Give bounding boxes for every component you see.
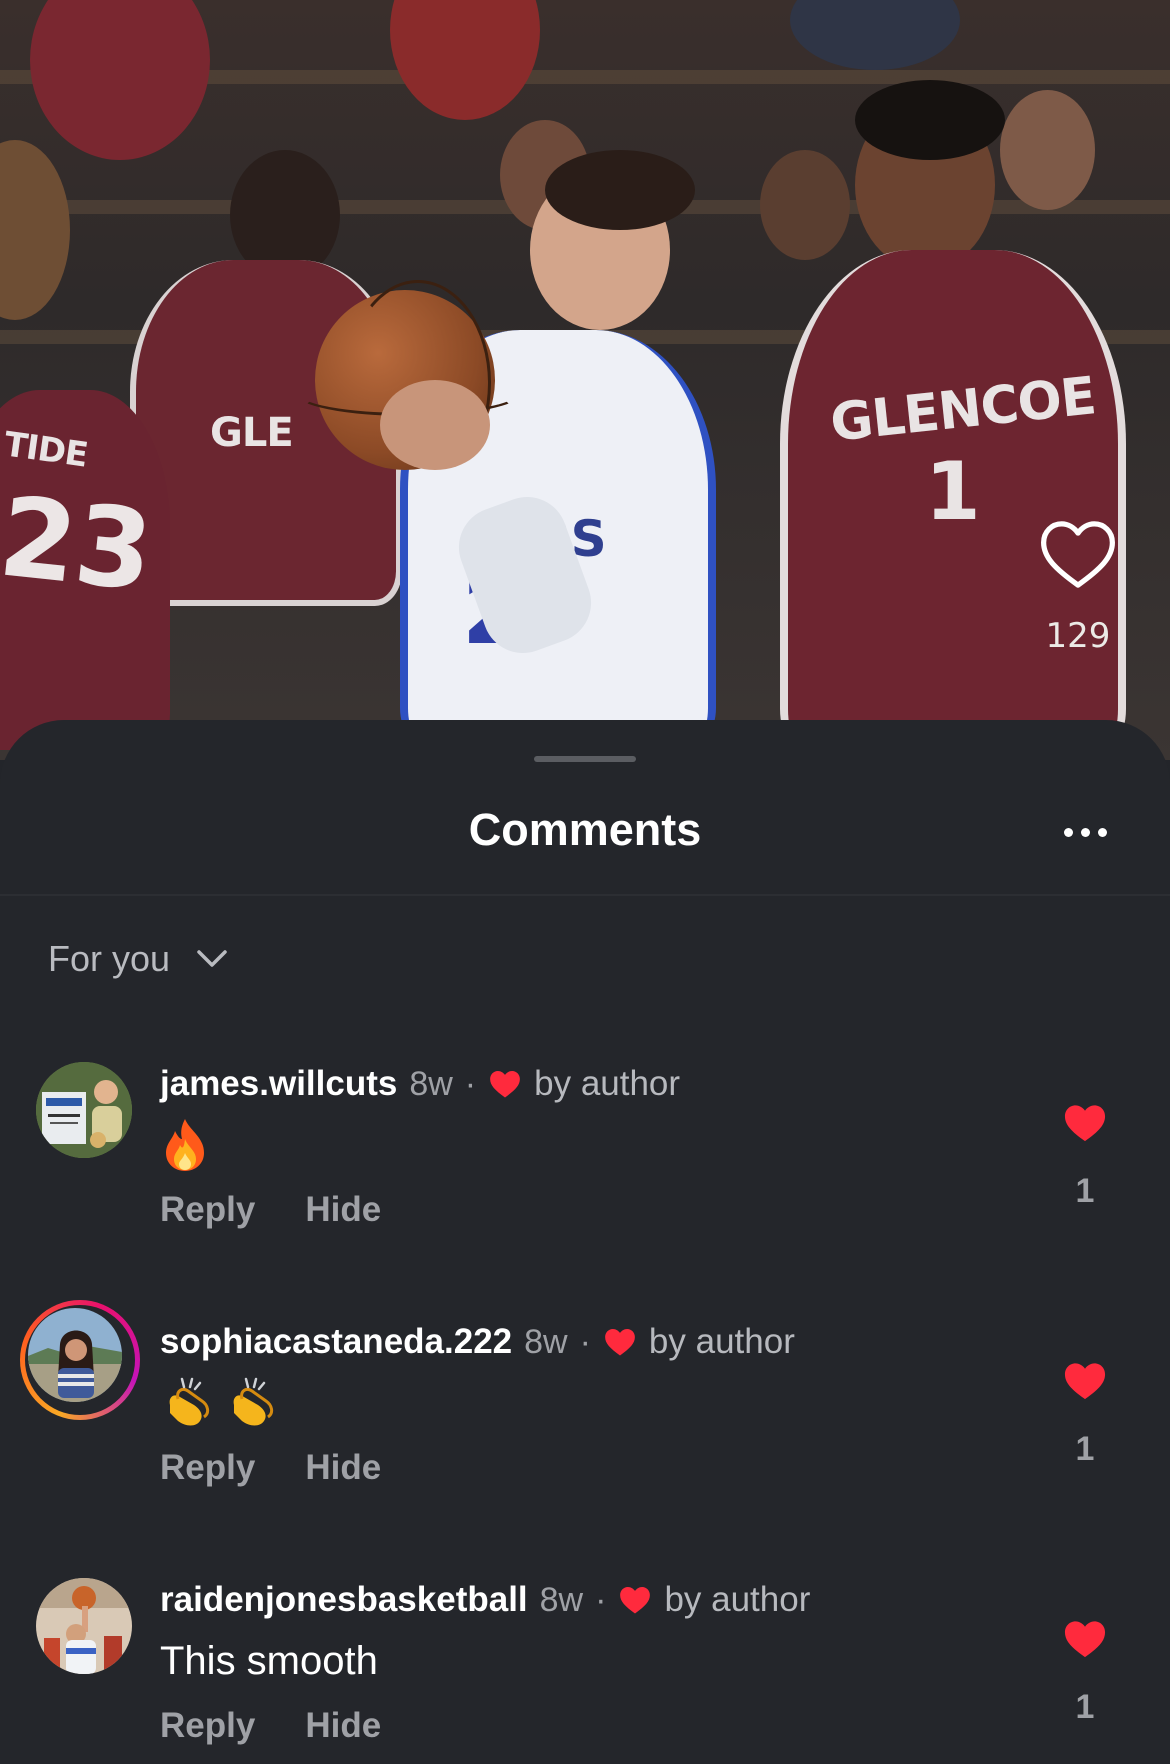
avatar-image [36, 1062, 132, 1158]
comment-actions: Reply Hide [160, 1448, 381, 1488]
comment-header: sophiacastaneda.222 8w · by author [160, 1320, 795, 1364]
sheet-title: Comments [468, 804, 702, 855]
avatar[interactable] [36, 1062, 132, 1158]
heart-filled-icon [620, 1586, 651, 1614]
spectator [30, 0, 210, 160]
comment-username[interactable]: raidenjonesbasketball [160, 1580, 528, 1620]
comment-item: james.willcuts 8w · by author Reply Hide… [0, 1062, 1170, 1272]
hide-button[interactable]: Hide [305, 1190, 381, 1230]
fire-emoji-icon [166, 1119, 204, 1171]
separator-dot: · [579, 1322, 591, 1361]
comment-username[interactable]: james.willcuts [160, 1064, 397, 1104]
reply-button[interactable]: Reply [160, 1706, 255, 1746]
comment-age: 8w [539, 1580, 584, 1619]
liked-by-author-label: by author [664, 1580, 811, 1619]
spectator [390, 0, 540, 120]
comment-like-count: 1 [1075, 1430, 1095, 1468]
dot-icon [1064, 828, 1073, 837]
header-divider [0, 894, 1170, 896]
media-like-count: 129 [1045, 616, 1111, 656]
comment-username[interactable]: sophiacastaneda.222 [160, 1322, 512, 1362]
avatar-image [28, 1308, 122, 1402]
drag-handle[interactable] [534, 756, 636, 762]
media-like[interactable]: 129 [1036, 518, 1120, 656]
comment-age: 8w [524, 1322, 568, 1361]
liked-by-author-label: by author [648, 1322, 795, 1361]
player-hair [545, 150, 695, 230]
comment-item: sophiacastaneda.222 8w · by author Reply… [0, 1300, 1170, 1530]
comment-body: This smooth [160, 1638, 378, 1683]
hide-button[interactable]: Hide [305, 1706, 381, 1746]
heart-filled-icon [490, 1070, 520, 1098]
comment-header: james.willcuts 8w · by author [160, 1062, 680, 1106]
comment-like[interactable]: 1 [1060, 1360, 1110, 1469]
avatar[interactable] [28, 1308, 122, 1402]
spectator [790, 0, 960, 70]
player-hair [855, 80, 1005, 160]
heart-filled-icon [605, 1328, 635, 1356]
clapping-hands-emoji-icon [233, 1377, 274, 1426]
heart-filled-icon[interactable] [1062, 1102, 1108, 1144]
comment-actions: Reply Hide [160, 1706, 381, 1746]
comment-actions: Reply Hide [160, 1190, 381, 1230]
avatar-image [36, 1578, 132, 1674]
heart-filled-icon[interactable] [1062, 1618, 1108, 1660]
story-ring[interactable] [20, 1300, 140, 1420]
comment-header: raidenjonesbasketball 8w · by author [160, 1578, 810, 1622]
dot-icon [1098, 828, 1107, 837]
sort-filter-dropdown[interactable]: For you [48, 934, 228, 984]
player-hand [380, 380, 490, 470]
jersey-number-1: 1 [925, 445, 981, 538]
liked-by-author-label: by author [534, 1064, 681, 1103]
comment-body [160, 1119, 210, 1171]
reply-button[interactable]: Reply [160, 1190, 255, 1230]
dot-icon [1081, 828, 1090, 837]
comment-like[interactable]: 1 [1060, 1102, 1110, 1211]
comment-like-count: 1 [1075, 1688, 1095, 1726]
sort-filter-label: For you [48, 938, 171, 979]
post-media[interactable]: GLE TIDE 23 ERS 2 GLENCOE 1 129 [0, 0, 1170, 760]
comment-item: raidenjonesbasketball 8w · by author Thi… [0, 1578, 1170, 1764]
heart-filled-icon[interactable] [1062, 1360, 1108, 1402]
comments-sheet: Comments For you james.willcuts 8w · by … [0, 720, 1170, 1764]
jersey-number-23: 23 [0, 472, 158, 616]
reply-button[interactable]: Reply [160, 1448, 255, 1488]
comment-like-count: 1 [1075, 1172, 1095, 1210]
hide-button[interactable]: Hide [305, 1448, 381, 1488]
jersey-text-gle: GLE [210, 410, 294, 456]
chevron-down-icon [197, 950, 227, 967]
heart-outline-icon[interactable] [1038, 518, 1118, 590]
separator-dot: · [464, 1064, 477, 1103]
comment-like[interactable]: 1 [1060, 1618, 1110, 1727]
clapping-hands-emoji-icon [169, 1377, 210, 1426]
separator-dot: · [595, 1580, 607, 1619]
spectator-head [1000, 90, 1095, 210]
more-options-button[interactable] [1050, 818, 1122, 848]
avatar[interactable] [36, 1578, 132, 1674]
player-hair [0, 140, 70, 320]
spectator-head [760, 150, 850, 260]
comment-age: 8w [409, 1064, 453, 1103]
comment-body [160, 1377, 288, 1428]
